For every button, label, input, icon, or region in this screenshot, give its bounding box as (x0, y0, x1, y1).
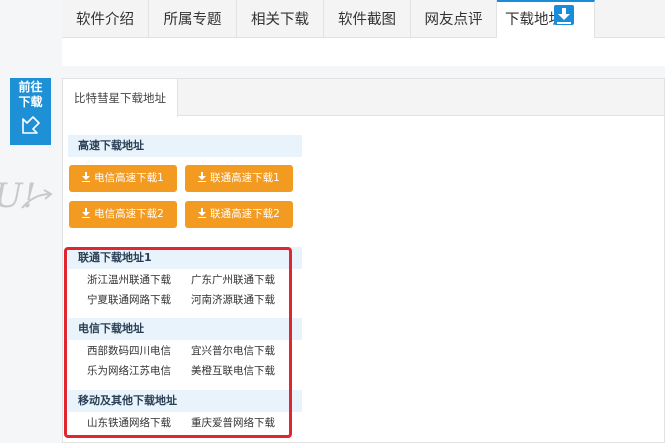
tab-content-strip (62, 38, 665, 66)
download-icon (554, 5, 574, 25)
tab-label: 所属专题 (163, 12, 222, 28)
download-arrow-icon (198, 171, 207, 182)
unicom-download-header: 联通下载地址1 (68, 247, 302, 269)
download-link[interactable]: 乐为网络江苏电信 (87, 363, 171, 378)
tab-label: 软件介绍 (76, 12, 134, 28)
download-arrow-icon (82, 171, 91, 182)
telecom-download-header: 电信下载地址 (68, 318, 302, 340)
tab-label: 比特彗星下载地址 (74, 91, 166, 105)
download-arrow-icon (198, 207, 207, 218)
download-link[interactable]: 河南济源联通下载 (191, 292, 275, 307)
fast-download-header: 高速下载地址 (68, 135, 302, 157)
telecom-fast-download-1-button[interactable]: 电信高速下载1 (69, 165, 177, 192)
jump-label-line1: 前往 (18, 80, 43, 94)
tab-download-address[interactable]: 下载地址 (497, 0, 595, 39)
tab-topics[interactable]: 所属专题 (149, 0, 237, 38)
tab-label: 相关下载 (251, 12, 309, 28)
jump-to-download-button[interactable]: 前往 下载 (10, 78, 51, 145)
download-link[interactable]: 广东广州联通下载 (191, 272, 275, 287)
tab-bitcomet-download[interactable]: 比特彗星下载地址 (63, 79, 178, 117)
download-link[interactable]: 美橙互联电信下载 (191, 363, 275, 378)
download-link[interactable]: 重庆爱普网络下载 (191, 415, 275, 430)
download-link[interactable]: 宁夏联通网路下载 (87, 292, 171, 307)
button-label: 电信高速下载2 (94, 208, 164, 220)
download-link[interactable]: 西部数码四川电信 (87, 343, 171, 358)
jump-label-line2: 下载 (18, 95, 43, 109)
button-label: 联通高速下载1 (210, 172, 280, 184)
button-label: 联通高速下载2 (210, 208, 280, 220)
telecom-fast-download-2-button[interactable]: 电信高速下载2 (69, 201, 177, 228)
top-tab-bar: 软件介绍 所属专题 相关下载 软件截图 网友点评 下载地址 (62, 0, 665, 39)
download-panel: 比特彗星下载地址 高速下载地址 电信高速下载1 联通高速下载1 电信高速下载2 … (62, 78, 665, 443)
unicom-fast-download-1-button[interactable]: 联通高速下载1 (185, 165, 293, 192)
download-arrow-icon (82, 207, 91, 218)
download-link[interactable]: 宜兴普尔电信下载 (191, 343, 275, 358)
button-label: 电信高速下载1 (94, 172, 164, 184)
tab-screenshots[interactable]: 软件截图 (324, 0, 411, 38)
decorative-arrow-icon (21, 189, 53, 209)
tab-related-downloads[interactable]: 相关下载 (237, 0, 324, 38)
mobile-other-download-header: 移动及其他下载地址 (68, 390, 302, 412)
tab-reviews[interactable]: 网友点评 (411, 0, 497, 38)
download-link[interactable]: 浙江温州联通下载 (87, 272, 171, 287)
unicom-fast-download-2-button[interactable]: 联通高速下载2 (185, 201, 293, 228)
tab-software-intro[interactable]: 软件介绍 (62, 0, 149, 38)
tab-label: 软件截图 (338, 12, 396, 28)
cursor-arrow-icon (21, 116, 40, 134)
tab-label: 网友点评 (424, 12, 483, 28)
download-link[interactable]: 山东铁通网络下载 (87, 415, 171, 430)
